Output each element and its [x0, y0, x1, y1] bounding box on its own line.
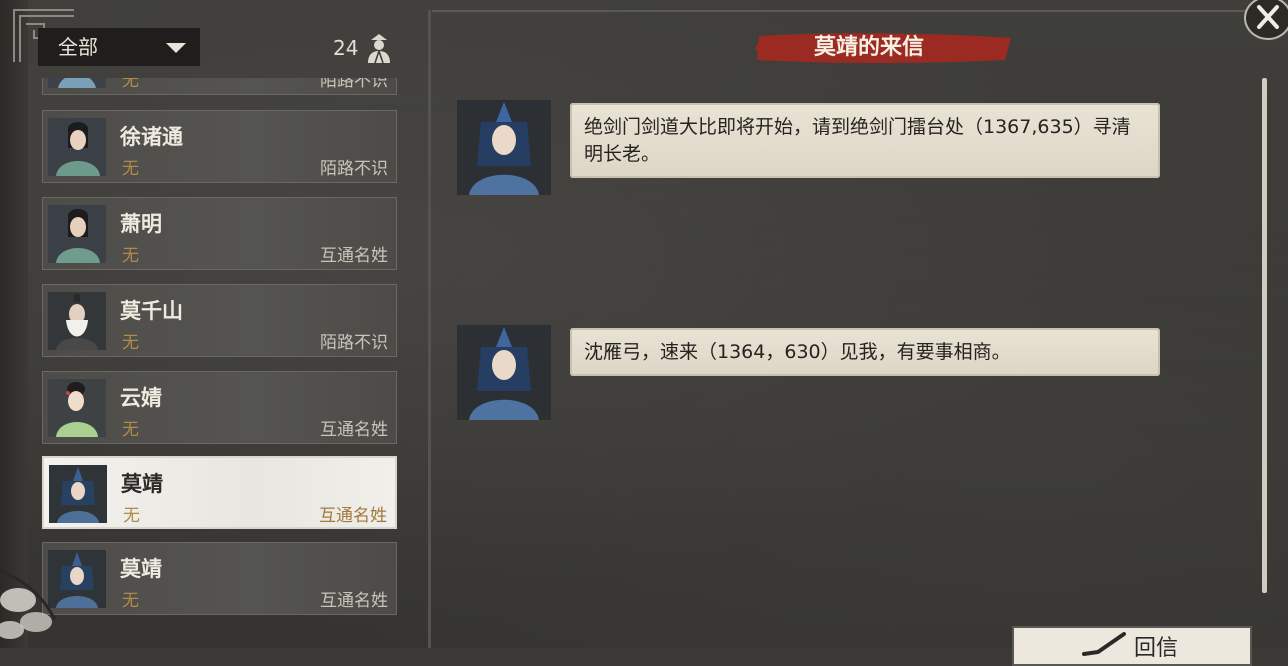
contact-name: 莫靖 [121, 472, 163, 496]
plum-blossom-decoration-icon [0, 568, 57, 639]
contact-card[interactable]: 萧明 无 互通名姓 [42, 197, 397, 270]
avatar [49, 465, 107, 523]
contact-relation: 互通名姓 [320, 246, 388, 266]
avatar [48, 379, 106, 437]
sender-avatar [457, 100, 551, 195]
contact-status: 无 [123, 506, 140, 526]
close-icon [1257, 5, 1279, 29]
avatar [48, 118, 106, 176]
person-icon [368, 34, 390, 64]
contact-status: 无 [122, 78, 139, 91]
contact-relation: 陌路不识 [320, 159, 388, 179]
filter-label: 全部 [58, 35, 98, 59]
friend-count: 24 [333, 36, 359, 60]
avatar [48, 292, 106, 350]
contact-relation: 互通名姓 [320, 420, 388, 440]
contact-relation: 陌路不识 [320, 78, 388, 91]
contact-name: 莫千山 [120, 299, 183, 323]
avatar [48, 78, 106, 88]
contact-status: 无 [122, 420, 139, 440]
top-border [432, 10, 1288, 12]
contact-card[interactable]: 莫千山 无 陌路不识 [42, 284, 397, 357]
letter-title: 莫靖的来信 [813, 35, 924, 60]
contact-status: 无 [122, 246, 139, 266]
contact-relation: 互通名姓 [319, 506, 387, 526]
panel-divider [428, 10, 431, 648]
contact-status: 无 [122, 333, 139, 353]
brush-pen-icon [1082, 632, 1126, 656]
contact-name: 云婧 [120, 386, 162, 410]
contact-relation: 陌路不识 [320, 333, 388, 353]
avatar [48, 205, 106, 263]
filter-dropdown[interactable]: 全部 [38, 28, 200, 66]
reply-button[interactable]: 回信 [1012, 626, 1252, 666]
reply-label: 回信 [1134, 636, 1179, 661]
contact-card[interactable]: 无 陌路不识 [42, 78, 397, 95]
message-bubble: 沈雁弓，速来（1364，630）见我，有要事相商。 [570, 328, 1160, 376]
contact-name: 萧明 [120, 212, 162, 236]
contact-relation: 互通名姓 [320, 591, 388, 611]
sender-avatar [457, 325, 551, 420]
contact-card[interactable]: 莫靖 无 互通名姓 [42, 542, 397, 615]
contact-card[interactable]: 云婧 无 互通名姓 [42, 371, 397, 444]
contact-list[interactable]: 无 陌路不识 徐诸通 无 陌路不识 萧明 无 互通名姓 莫千山 无 陌路不识 云… [42, 78, 398, 648]
contact-name: 莫靖 [120, 557, 162, 581]
chevron-down-icon [166, 43, 186, 53]
contact-status: 无 [122, 591, 139, 611]
contact-status: 无 [122, 159, 139, 179]
contact-card[interactable]: 徐诸通 无 陌路不识 [42, 110, 397, 183]
close-button[interactable] [1244, 0, 1288, 40]
contact-name: 徐诸通 [120, 125, 183, 149]
contact-card-selected[interactable]: 莫靖 无 互通名姓 [42, 456, 397, 529]
message-bubble: 绝剑门剑道大比即将开始，请到绝剑门擂台处（1367,635）寻清明长老。 [570, 103, 1160, 178]
scrollbar[interactable] [1262, 78, 1267, 593]
